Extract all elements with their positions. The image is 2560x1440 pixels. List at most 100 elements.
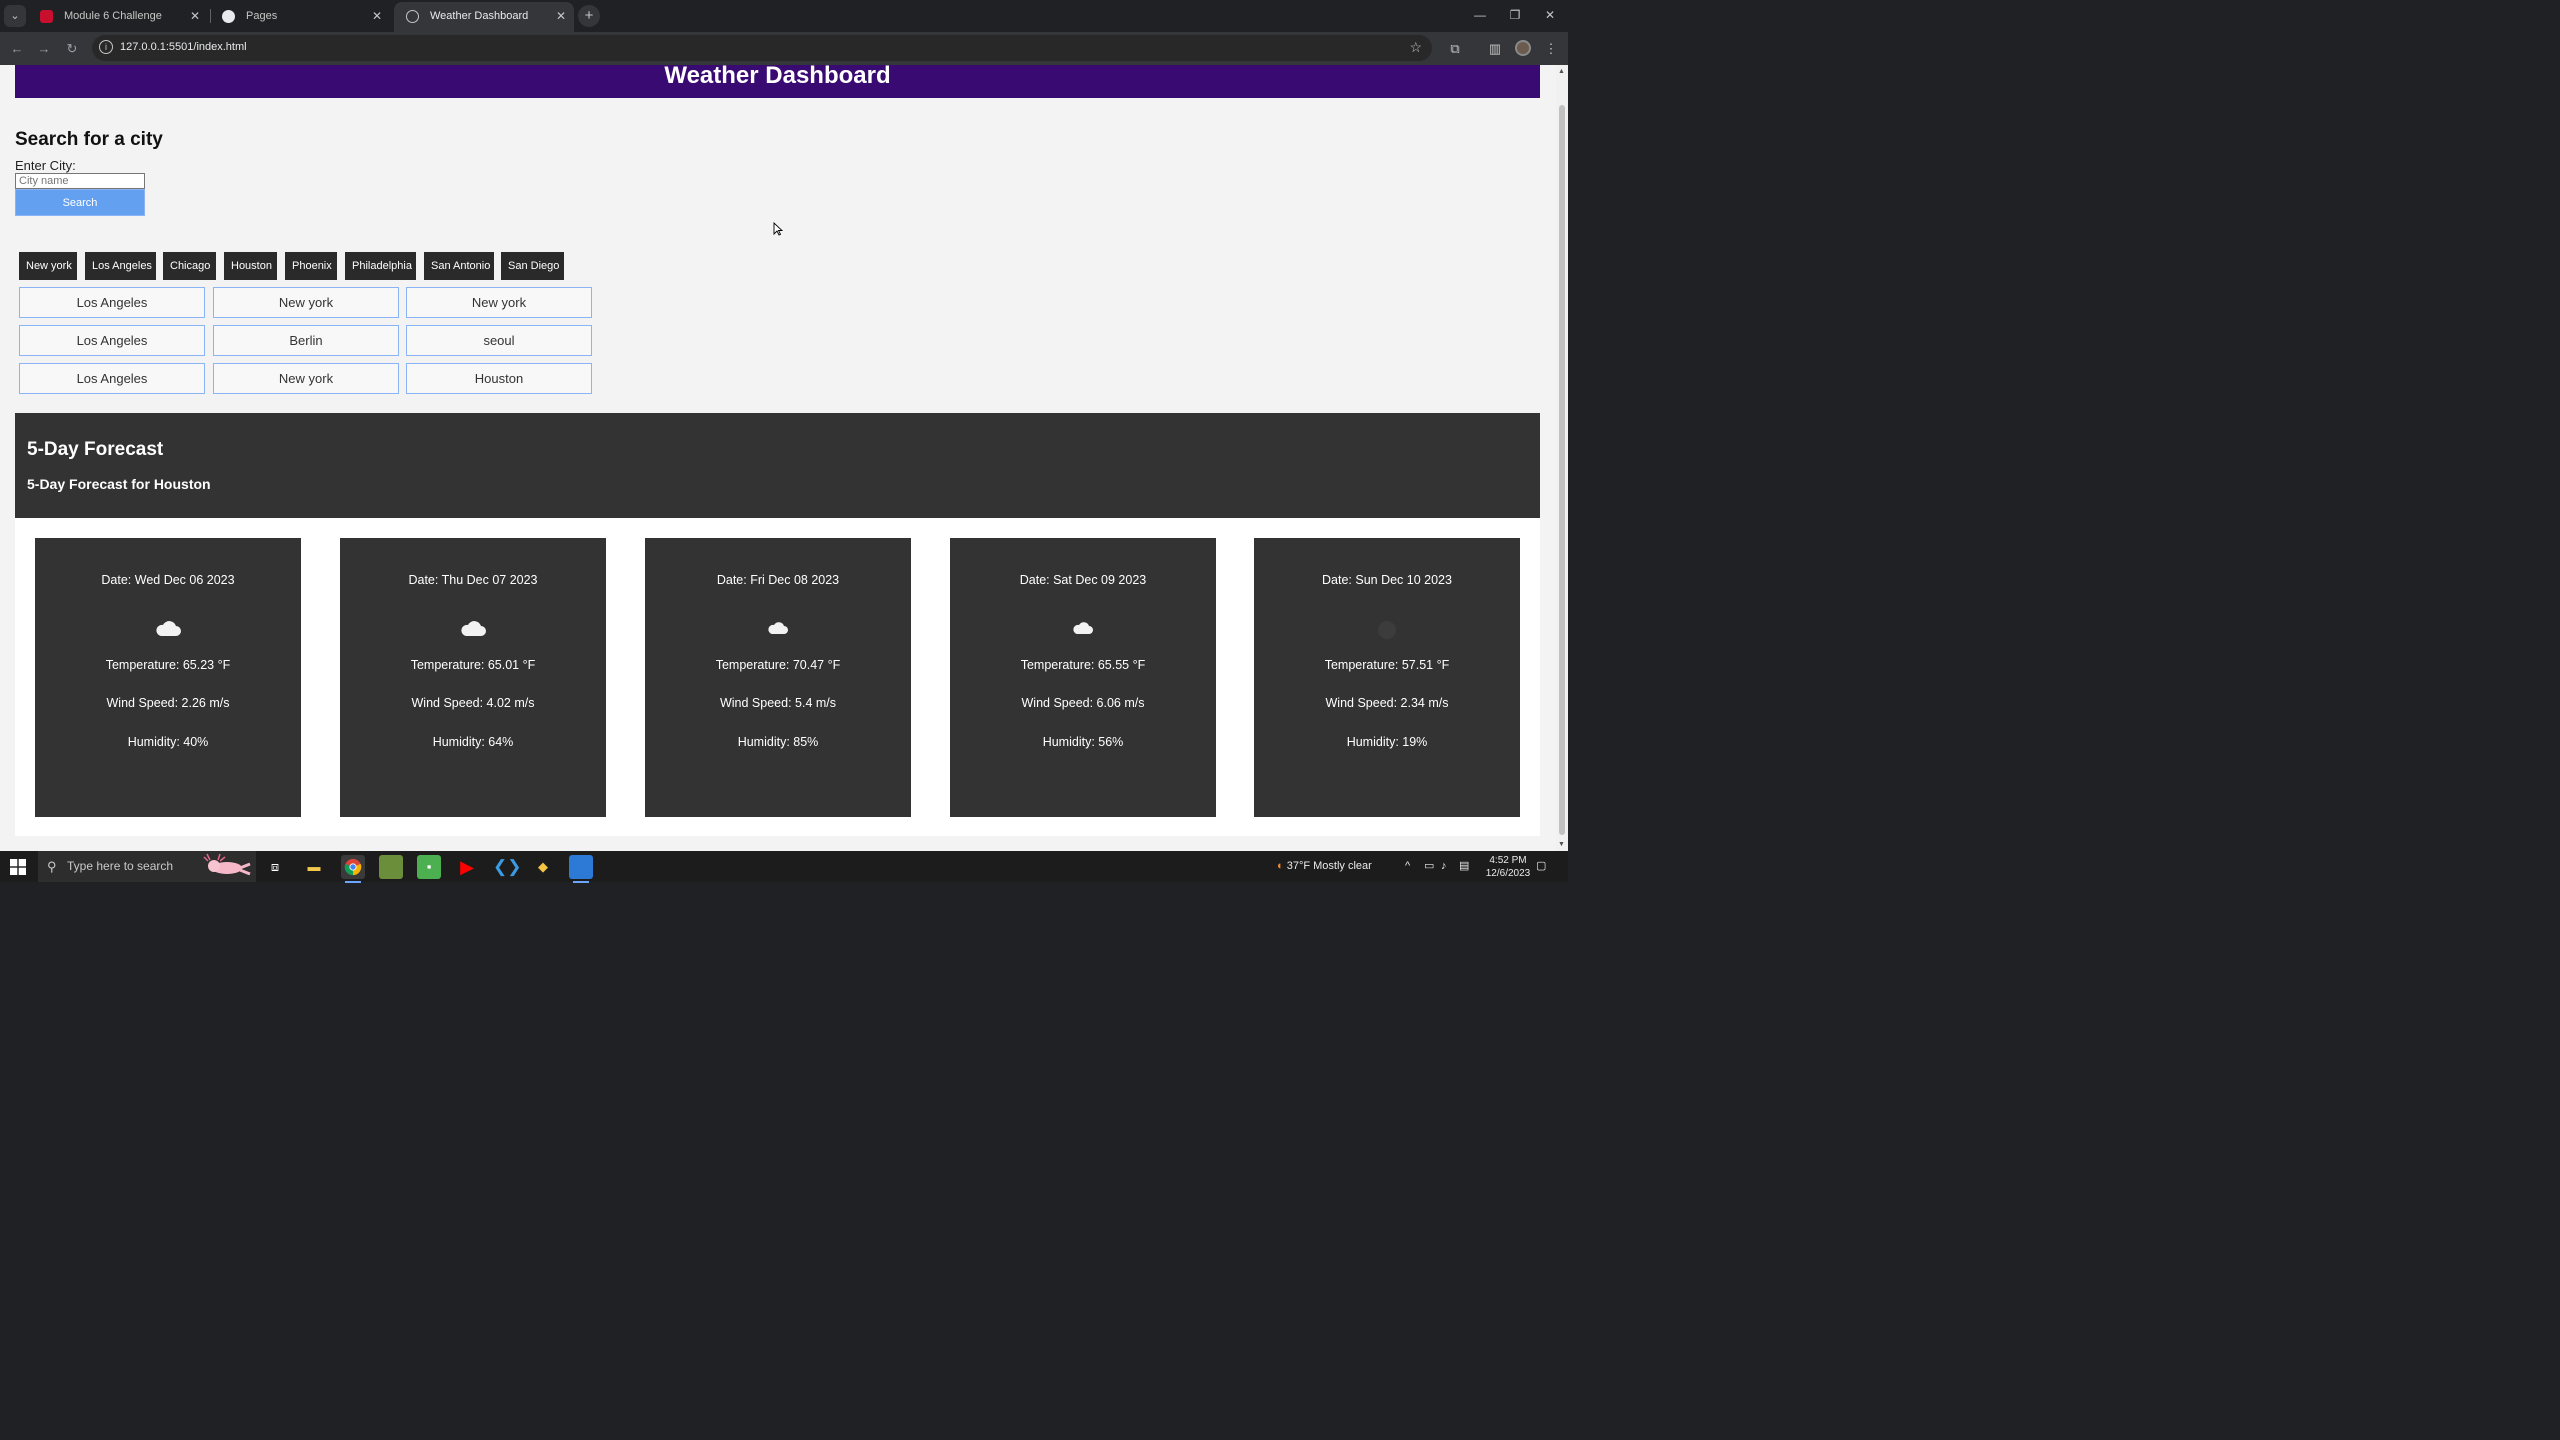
- creeper-icon[interactable]: ▪: [417, 855, 441, 879]
- forward-icon[interactable]: →: [33, 38, 55, 60]
- forecast-humidity: Humidity: 19%: [1346, 735, 1428, 749]
- git-icon[interactable]: ◆: [531, 855, 555, 879]
- forecast-wind: Wind Speed: 5.4 m/s: [719, 696, 837, 710]
- volume-icon[interactable]: ♪: [1441, 851, 1447, 882]
- tab-module-6-challenge[interactable]: Module 6 Challenge ✕: [28, 2, 208, 32]
- city-button-chicago[interactable]: Chicago: [163, 252, 216, 280]
- search-button[interactable]: Search: [15, 189, 145, 216]
- window-close-icon[interactable]: ✕: [1532, 0, 1568, 32]
- clock-time: 4:52 PM: [1489, 855, 1527, 866]
- tab-weather-dashboard[interactable]: Weather Dashboard ✕: [394, 2, 574, 32]
- close-icon[interactable]: ✕: [190, 2, 200, 30]
- forecast-humidity: Humidity: 40%: [127, 735, 209, 749]
- page-title: Weather Dashboard: [15, 65, 1540, 98]
- history-item[interactable]: Los Angeles: [19, 287, 205, 318]
- close-icon[interactable]: ✕: [372, 2, 382, 30]
- forecast-card: Date: Wed Dec 06 2023 Temperature: 65.23…: [35, 538, 301, 817]
- forecast-date: Date: Sat Dec 09 2023: [1019, 573, 1147, 587]
- bookmark-star-icon[interactable]: ☆: [1409, 39, 1422, 56]
- active-indicator: [345, 881, 361, 883]
- city-button-philadelphia[interactable]: Philadelphia: [345, 252, 416, 280]
- github-icon: [222, 10, 235, 23]
- page-viewport: Weather Dashboard Search for a city Ente…: [0, 65, 1568, 851]
- city-button-new-york[interactable]: New york: [19, 252, 77, 280]
- city-button-los-angeles[interactable]: Los Angeles: [85, 252, 156, 280]
- weather-widget[interactable]: ◐ 37°F Mostly clear: [1277, 851, 1372, 882]
- browser-toolbar: ← → ↻ i 127.0.0.1:5501/index.html ☆ ⧉ ▥ …: [0, 32, 1568, 65]
- city-button-san-antonio[interactable]: San Antonio: [424, 252, 494, 280]
- side-panel-icon[interactable]: ▥: [1485, 39, 1505, 59]
- minecraft-grass-block-icon[interactable]: [379, 855, 403, 879]
- browser-tab-strip: ⌄ Module 6 Challenge ✕ Pages ✕ Weather D…: [0, 0, 1568, 32]
- city-search-input[interactable]: [15, 173, 145, 189]
- network-icon[interactable]: ▤: [1459, 851, 1469, 882]
- clear-moon-icon: [1378, 621, 1396, 639]
- tab-pages[interactable]: Pages ✕: [210, 2, 390, 32]
- history-item[interactable]: New york: [213, 363, 399, 394]
- show-hidden-icons-icon[interactable]: ^: [1405, 851, 1410, 882]
- device-icon[interactable]: ▭: [1424, 851, 1434, 882]
- forecast-card: Date: Thu Dec 07 2023 Temperature: 65.01…: [340, 538, 606, 817]
- extensions-icon[interactable]: ⧉: [1445, 39, 1465, 59]
- city-button-houston[interactable]: Houston: [224, 252, 277, 280]
- forecast-wind: Wind Speed: 6.06 m/s: [1021, 696, 1145, 710]
- forecast-date: Date: Sun Dec 10 2023: [1322, 573, 1452, 587]
- forecast-card: Date: Sun Dec 10 2023 Temperature: 57.51…: [1254, 538, 1520, 817]
- new-tab-button[interactable]: +: [578, 5, 600, 27]
- city-button-san-diego[interactable]: San Diego: [501, 252, 564, 280]
- city-button-phoenix[interactable]: Phoenix: [285, 252, 337, 280]
- menu-icon[interactable]: ⋮: [1541, 39, 1561, 59]
- forecast-header: 5-Day Forecast 5-Day Forecast for Housto…: [15, 413, 1540, 518]
- image-app-icon[interactable]: [569, 855, 593, 883]
- clock-date: 12/6/2023: [1485, 868, 1531, 879]
- vscode-icon[interactable]: ❮❯: [493, 855, 522, 879]
- address-bar[interactable]: i 127.0.0.1:5501/index.html ☆: [92, 35, 1432, 61]
- cloud-icon: [461, 621, 486, 636]
- forecast-cards: Date: Wed Dec 06 2023 Temperature: 65.23…: [15, 518, 1540, 836]
- history-item[interactable]: Los Angeles: [19, 325, 205, 356]
- reload-icon[interactable]: ↻: [61, 38, 83, 60]
- taskbar-search-box[interactable]: ⚲ Type here to search: [38, 851, 256, 882]
- history-item[interactable]: Houston: [406, 363, 592, 394]
- history-item[interactable]: Berlin: [213, 325, 399, 356]
- back-icon[interactable]: ←: [6, 38, 28, 60]
- tab-title: Pages: [246, 10, 278, 22]
- notifications-icon[interactable]: ▢: [1536, 851, 1546, 882]
- file-explorer-icon[interactable]: ▬: [302, 855, 326, 879]
- forecast-temperature: Temperature: 65.01 °F: [410, 658, 536, 672]
- tab-search-button[interactable]: ⌄: [4, 5, 26, 27]
- mouse-cursor-icon: [773, 222, 783, 236]
- forecast-date: Date: Fri Dec 08 2023: [716, 573, 840, 587]
- scroll-down-icon[interactable]: ▼: [1558, 841, 1565, 848]
- site-info-icon[interactable]: i: [99, 40, 113, 54]
- city-input-label: Enter City:: [15, 158, 76, 173]
- task-view-icon[interactable]: ⧈: [263, 855, 287, 879]
- windows-start-icon[interactable]: [10, 859, 26, 875]
- url-text: 127.0.0.1:5501/index.html: [120, 41, 247, 53]
- chrome-icon[interactable]: [341, 855, 365, 883]
- close-icon[interactable]: ✕: [556, 2, 566, 30]
- forecast-card: Date: Sat Dec 09 2023 Temperature: 65.55…: [950, 538, 1216, 817]
- scroll-up-icon[interactable]: ▲: [1558, 68, 1565, 75]
- active-indicator: [573, 881, 589, 883]
- tab-title: Module 6 Challenge: [64, 10, 162, 22]
- system-clock[interactable]: 4:52 PM 12/6/2023: [1484, 854, 1532, 880]
- forecast-date: Date: Wed Dec 06 2023: [101, 573, 235, 587]
- history-item[interactable]: Los Angeles: [19, 363, 205, 394]
- youtube-icon[interactable]: ▶: [455, 855, 479, 879]
- cloud-icon: [156, 621, 181, 636]
- restore-icon[interactable]: ❐: [1497, 0, 1533, 32]
- history-item[interactable]: New york: [406, 287, 592, 318]
- minimize-icon[interactable]: —: [1462, 0, 1498, 32]
- profile-avatar[interactable]: [1515, 40, 1531, 56]
- taskbar-search-placeholder: Type here to search: [67, 859, 174, 873]
- weather-icon: ◐: [1277, 860, 1284, 872]
- weather-text: 37°F Mostly clear: [1286, 860, 1372, 872]
- forecast-wind: Wind Speed: 2.34 m/s: [1325, 696, 1449, 710]
- forecast-card: Date: Fri Dec 08 2023 Temperature: 70.47…: [645, 538, 911, 817]
- scrollbar-thumb[interactable]: [1559, 105, 1565, 835]
- page-scrollbar[interactable]: ▲ ▼: [1556, 65, 1568, 851]
- history-item[interactable]: seoul: [406, 325, 592, 356]
- tab-title: Weather Dashboard: [430, 10, 529, 22]
- history-item[interactable]: New york: [213, 287, 399, 318]
